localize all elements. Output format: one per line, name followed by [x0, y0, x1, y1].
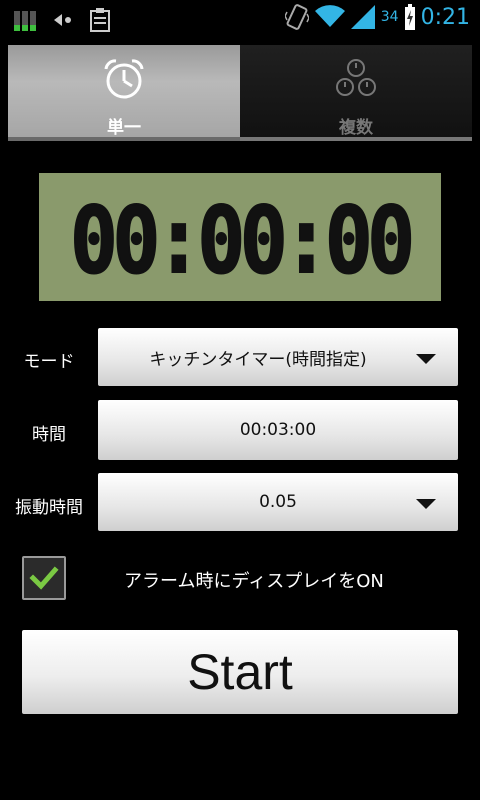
- mode-dropdown[interactable]: キッチンタイマー(時間指定): [98, 328, 458, 386]
- check-icon: [29, 566, 59, 590]
- tab-bar: 単一 複数: [8, 45, 472, 141]
- clipboard-icon: [90, 8, 110, 32]
- vibrate-icon: [284, 4, 309, 30]
- battery-icon: [404, 4, 415, 30]
- tab-multiple-label: 複数: [339, 118, 373, 138]
- display-on-label: アラーム時にディスプレイをON: [124, 571, 384, 592]
- mode-value: キッチンタイマー(時間指定): [149, 349, 367, 370]
- vibration-label: 振動時間: [15, 498, 83, 518]
- display-on-checkbox[interactable]: [22, 556, 66, 600]
- tab-single-label: 単一: [107, 118, 141, 138]
- battery-percent: 34: [380, 9, 399, 25]
- mode-label: モード: [23, 352, 75, 372]
- status-bar: 34 0:21: [0, 0, 480, 38]
- wifi-icon: [314, 5, 345, 27]
- tab-multiple[interactable]: 複数: [240, 45, 472, 141]
- clock: 0:21: [420, 4, 470, 30]
- multiple-alarms-icon: [336, 59, 376, 96]
- chevron-down-icon: [416, 499, 436, 509]
- vibration-dropdown[interactable]: 0.05: [98, 473, 458, 531]
- chevron-down-icon: [416, 354, 436, 364]
- cell-signal-icon: [350, 5, 375, 29]
- time-label: 時間: [32, 425, 66, 445]
- alarm-clock-icon: [104, 59, 144, 99]
- vibration-value: 0.05: [259, 492, 297, 512]
- time-input[interactable]: 00:03:00: [98, 400, 458, 460]
- tab-single[interactable]: 単一: [8, 45, 240, 141]
- time-value: 00:03:00: [239, 420, 317, 440]
- timer-display: 00:00:00: [39, 173, 441, 301]
- timer-display-time: 00:00:00: [69, 186, 416, 295]
- back-arrow-icon: [54, 14, 71, 26]
- signal-bars-icon: [14, 11, 36, 31]
- start-button[interactable]: Start: [22, 630, 458, 714]
